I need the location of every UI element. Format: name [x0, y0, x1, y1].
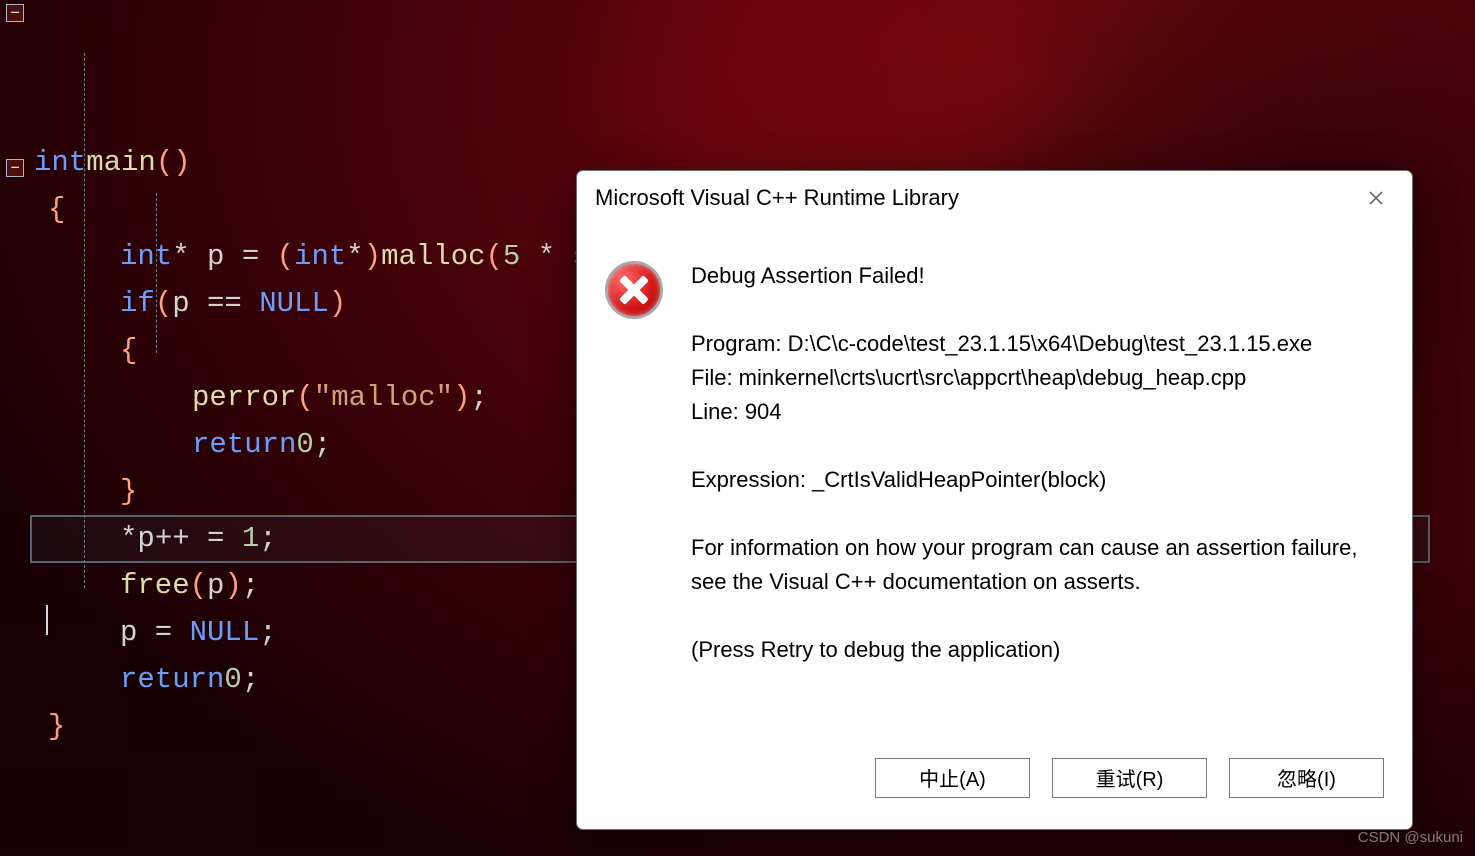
code-token: int [294, 240, 346, 273]
code-token: ) [453, 381, 470, 414]
code-token: main [86, 146, 156, 179]
code-token: ( [277, 240, 294, 273]
dialog-icon-column [605, 259, 691, 734]
close-icon [1368, 190, 1384, 206]
code-token: int [34, 146, 86, 179]
code-token: * [520, 240, 572, 273]
dialog-program-line: Program: D:\C\c-code\test_23.1.15\x64\De… [691, 327, 1374, 361]
code-token: malloc [381, 240, 485, 273]
code-token: p [172, 287, 189, 320]
code-token: ++ = [155, 522, 242, 555]
code-token: == [190, 287, 260, 320]
code-token: "malloc" [314, 381, 453, 414]
dialog-file-line: File: minkernel\crts\ucrt\src\appcrt\hea… [691, 361, 1374, 395]
code-token: ( [190, 569, 207, 602]
retry-button[interactable]: 重试(R) [1052, 758, 1207, 798]
code-token: ) [329, 287, 346, 320]
dialog-titlebar[interactable]: Microsoft Visual C++ Runtime Library [577, 171, 1412, 225]
abort-button[interactable]: 中止(A) [875, 758, 1030, 798]
code-token: ; [259, 522, 276, 555]
code-token: ; [470, 381, 487, 414]
code-token: NULL [190, 616, 260, 649]
code-token: ( [155, 287, 172, 320]
code-token: ( [486, 240, 503, 273]
dialog-body: Debug Assertion Failed! Program: D:\C\c-… [577, 225, 1412, 744]
code-token: = [224, 240, 276, 273]
dialog-close-button[interactable] [1358, 180, 1394, 216]
code-token: * [172, 240, 207, 273]
code-token: ; [259, 616, 276, 649]
code-token: 0 [224, 663, 241, 696]
dialog-line-line: Line: 904 [691, 395, 1374, 429]
fold-gutter [0, 0, 32, 856]
dialog-info-2: (Press Retry to debug the application) [691, 633, 1374, 667]
dialog-expression-line: Expression: _CrtIsValidHeapPointer(block… [691, 463, 1374, 497]
code-token: ; [242, 663, 259, 696]
dialog-title: Microsoft Visual C++ Runtime Library [595, 185, 1358, 211]
dialog-message: Debug Assertion Failed! Program: D:\C\c-… [691, 259, 1384, 734]
code-token: { [120, 334, 137, 367]
code-token: NULL [259, 287, 329, 320]
code-token: ) [224, 569, 241, 602]
text-caret [46, 605, 48, 635]
code-token: 1 [242, 522, 259, 555]
code-token: * [346, 240, 363, 273]
code-token: p [120, 616, 137, 649]
code-token: 5 [503, 240, 520, 273]
fold-toggle-main[interactable] [6, 4, 24, 22]
error-icon [605, 261, 663, 319]
code-token: ; [242, 569, 259, 602]
code-token: p [137, 522, 154, 555]
code-token: free [120, 569, 190, 602]
code-token: { [48, 193, 65, 226]
code-token: * [120, 522, 137, 555]
code-token: if [120, 287, 155, 320]
runtime-error-dialog: Microsoft Visual C++ Runtime Library Deb… [576, 170, 1413, 830]
code-token: ; [314, 428, 331, 461]
dialog-button-row: 中止(A) 重试(R) 忽略(I) [577, 744, 1412, 829]
watermark: CSDN @sukuni [1358, 829, 1463, 846]
code-token: ) [364, 240, 381, 273]
code-token: ( [296, 381, 313, 414]
code-token: () [156, 146, 191, 179]
dialog-heading: Debug Assertion Failed! [691, 259, 1374, 293]
ignore-button[interactable]: 忽略(I) [1229, 758, 1384, 798]
code-token: } [120, 475, 137, 508]
code-token: = [137, 616, 189, 649]
fold-toggle-if[interactable] [6, 159, 24, 177]
code-token: int [120, 240, 172, 273]
code-token: 0 [296, 428, 313, 461]
dialog-info-1: For information on how your program can … [691, 531, 1374, 599]
code-token: p [207, 240, 224, 273]
code-token: return [120, 663, 224, 696]
code-token: perror [192, 381, 296, 414]
code-token: p [207, 569, 224, 602]
code-token: return [192, 428, 296, 461]
code-token: } [48, 710, 65, 743]
